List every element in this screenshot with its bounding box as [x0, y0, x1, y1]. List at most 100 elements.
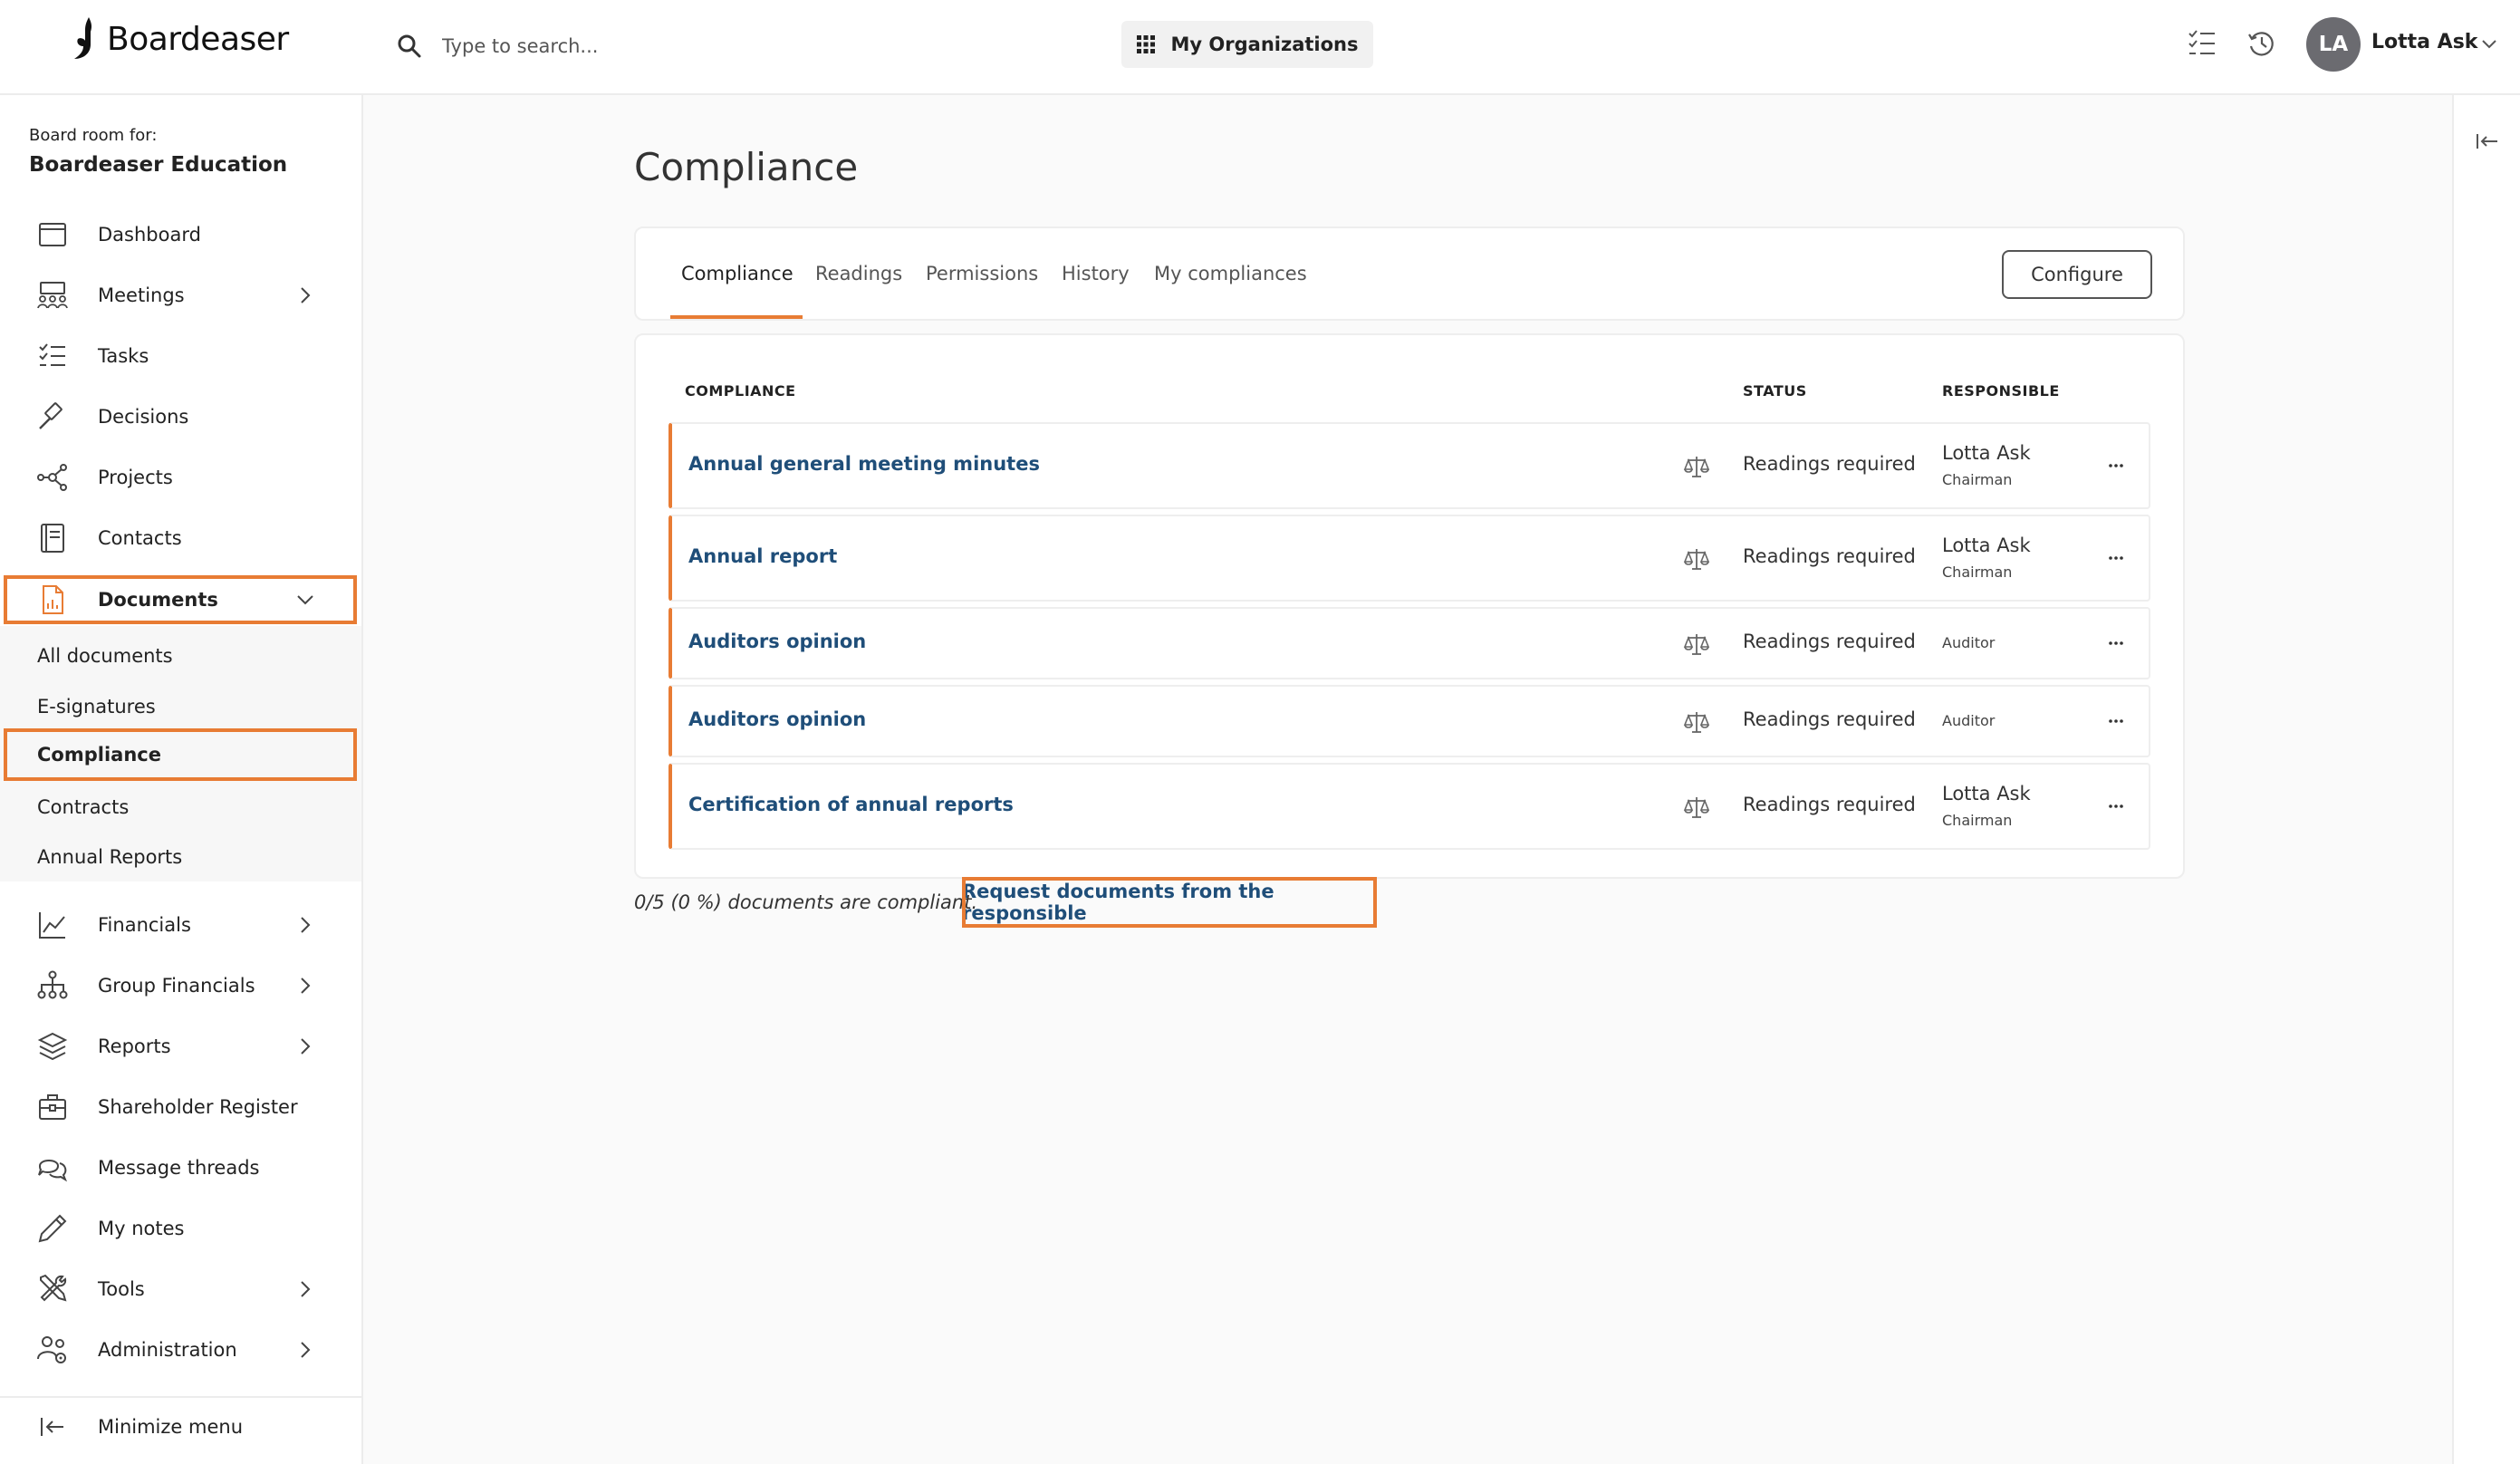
sidebar-subitem-label: E-signatures [37, 696, 156, 718]
chevron-right-icon [301, 1281, 311, 1297]
page-title: Compliance [634, 145, 859, 189]
sidebar-item-dashboard[interactable]: Dashboard [0, 207, 361, 262]
sidebar-item-reports[interactable]: Reports [0, 1019, 361, 1074]
sidebar-subitem-label: Contracts [37, 796, 130, 818]
status-text: Readings required [1743, 453, 1916, 475]
minimize-menu-button[interactable]: Minimize menu [0, 1400, 361, 1454]
sidebar-item-label: Decisions [98, 406, 189, 428]
search-bar [397, 27, 822, 65]
chevron-right-icon [301, 917, 311, 933]
tasks-icon [39, 343, 65, 366]
sidebar-item-financials[interactable]: Financials [0, 898, 361, 952]
compliance-document-link[interactable]: Certification of annual reports [688, 794, 1014, 815]
responsible-role: Auditor [1942, 712, 1996, 729]
compliance-document-link[interactable]: Auditors opinion [688, 631, 866, 652]
scale-icon [1683, 712, 1710, 733]
gavel-icon [39, 402, 63, 429]
tab-permissions[interactable]: Permissions [926, 263, 1038, 284]
sidebar-item-documents[interactable]: Documents [4, 575, 357, 624]
table-row[interactable]: Annual report Readings required Lotta As… [668, 515, 2150, 602]
sidebar-item-tools[interactable]: Tools [0, 1262, 361, 1316]
scale-icon [1683, 549, 1710, 570]
column-header-status: STATUS [1743, 382, 1807, 400]
more-options-icon[interactable] [2105, 455, 2127, 477]
compliance-document-link[interactable]: Annual general meeting minutes [688, 453, 1040, 475]
chevron-right-icon [301, 287, 311, 303]
table-row[interactable]: Annual general meeting minutes Readings … [668, 422, 2150, 509]
chevron-down-icon [297, 595, 313, 605]
sidebar-item-contacts[interactable]: Contacts [0, 511, 361, 565]
table-row[interactable]: Certification of annual reports Readings… [668, 763, 2150, 850]
boardeaser-logo[interactable]: Boardeaser [71, 14, 289, 63]
scale-icon [1683, 797, 1710, 818]
sidebar-item-message-threads[interactable]: Message threads [0, 1141, 361, 1195]
more-options-icon[interactable] [2105, 547, 2127, 569]
sidebar-subitem-contracts[interactable]: Contracts [4, 782, 357, 833]
layers-icon [37, 1032, 68, 1061]
tab-readings[interactable]: Readings [815, 263, 902, 284]
sidebar-item-projects[interactable]: Projects [0, 450, 361, 505]
sidebar-item-decisions[interactable]: Decisions [0, 390, 361, 444]
documents-submenu: All documents E-signatures Compliance Co… [0, 626, 361, 881]
chat-icon [38, 1160, 68, 1182]
compliance-document-link[interactable]: Auditors opinion [688, 708, 866, 730]
chevron-down-icon[interactable] [2480, 34, 2498, 53]
table-row[interactable]: Auditors opinion Readings required Audit… [668, 607, 2150, 679]
pencil-icon [38, 1214, 67, 1243]
projects-icon [37, 464, 67, 491]
history-icon[interactable] [2246, 28, 2277, 59]
tab-my-compliances[interactable]: My compliances [1154, 263, 1307, 284]
sidebar-subitem-e-signatures[interactable]: E-signatures [4, 681, 357, 732]
more-options-icon[interactable] [2105, 710, 2127, 732]
column-header-responsible: RESPONSIBLE [1942, 382, 2060, 400]
more-options-icon[interactable] [2105, 795, 2127, 817]
compliance-table: COMPLIANCE STATUS RESPONSIBLE Annual gen… [634, 333, 2185, 879]
sidebar-item-group-financials[interactable]: Group Financials [0, 958, 361, 1013]
top-bar: Boardeaser My Organizations LA Lotta Ask [0, 0, 2520, 95]
search-icon [398, 34, 421, 58]
sidebar-divider [0, 1396, 361, 1398]
tab-history[interactable]: History [1062, 263, 1130, 284]
sidebar-item-tasks[interactable]: Tasks [0, 329, 361, 383]
more-options-icon[interactable] [2105, 632, 2127, 654]
sidebar-item-label: Shareholder Register [98, 1096, 298, 1118]
avatar[interactable]: LA [2306, 17, 2361, 72]
my-organizations-button[interactable]: My Organizations [1121, 21, 1373, 68]
chart-icon [39, 912, 65, 939]
status-text: Readings required [1743, 545, 1916, 567]
tab-compliance[interactable]: Compliance [681, 263, 794, 284]
tabs-card: Compliance Readings Permissions History … [634, 226, 2185, 321]
tasks-list-icon[interactable] [2187, 28, 2217, 59]
configure-button[interactable]: Configure [2002, 250, 2152, 299]
sidebar-item-label: Financials [98, 914, 191, 936]
my-organizations-label: My Organizations [1170, 34, 1359, 55]
sidebar-item-administration[interactable]: Administration [0, 1323, 361, 1377]
org-chart-icon [37, 970, 68, 999]
briefcase-icon [39, 1094, 66, 1120]
sidebar-item-label: Dashboard [98, 224, 201, 246]
sidebar-item-meetings[interactable]: Meetings [0, 268, 361, 323]
table-row[interactable]: Auditors opinion Readings required Audit… [668, 685, 2150, 757]
collapse-panel-icon[interactable] [2474, 128, 2501, 155]
sidebar-subitem-all-documents[interactable]: All documents [4, 631, 357, 681]
status-text: Readings required [1743, 794, 1916, 815]
sidebar-item-my-notes[interactable]: My notes [0, 1201, 361, 1256]
responsible-role: Chairman [1942, 471, 2013, 488]
sidebar-item-label: Tasks [98, 345, 149, 367]
chevron-right-icon [301, 1038, 311, 1055]
request-documents-link[interactable]: Request documents from the responsible [962, 877, 1377, 928]
responsible-role: Chairman [1942, 812, 2013, 829]
search-input[interactable] [442, 35, 822, 57]
sidebar-item-shareholder-register[interactable]: Shareholder Register [0, 1080, 361, 1134]
sidebar-subitem-compliance[interactable]: Compliance [4, 728, 357, 781]
sidebar-item-label: Reports [98, 1035, 171, 1057]
user-name[interactable]: Lotta Ask [2371, 31, 2477, 53]
compliance-document-link[interactable]: Annual report [688, 545, 837, 567]
right-panel-strip [2452, 95, 2520, 1464]
tools-icon [40, 1274, 67, 1302]
sidebar-subitem-annual-reports[interactable]: Annual Reports [4, 832, 357, 882]
board-room-label: Board room for: [29, 126, 158, 145]
collapse-left-icon [41, 1418, 63, 1436]
sidebar-item-label: Contacts [98, 527, 182, 549]
logo-text: Boardeaser [107, 20, 289, 58]
